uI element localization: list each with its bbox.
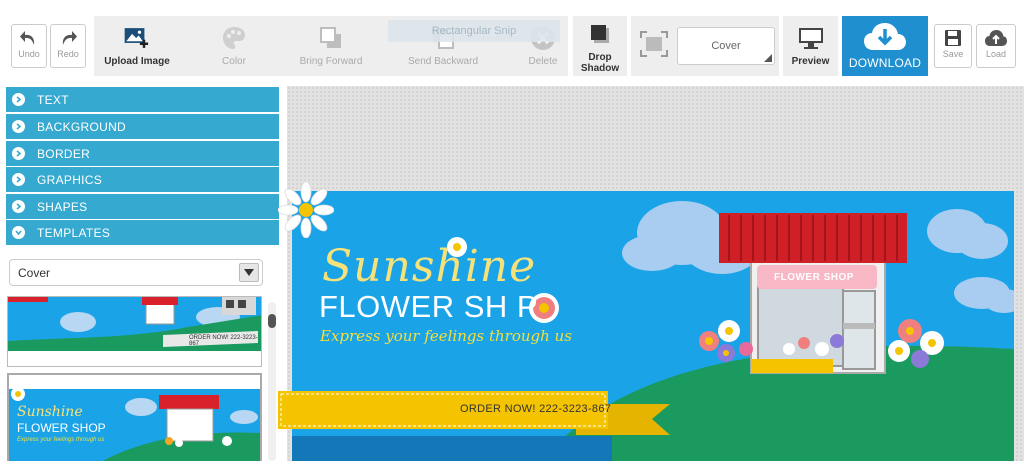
- sidebar: TEXT BACKGROUND BORDER GRAPHICS SHAPES T…: [0, 86, 284, 461]
- preview-button[interactable]: Preview: [783, 16, 838, 76]
- undo-icon: [20, 31, 35, 45]
- color-button[interactable]: Color: [202, 16, 266, 76]
- undo-button[interactable]: Undo: [11, 24, 47, 68]
- accordion-shapes-label: SHAPES: [37, 199, 88, 214]
- resize-corner-icon: [764, 54, 772, 62]
- chevron-right-icon: [12, 93, 25, 106]
- size-group: Cover: [631, 16, 779, 76]
- shadow-group: Drop Shadow: [573, 16, 627, 76]
- template-category-select[interactable]: Cover: [9, 259, 263, 286]
- accordion-border[interactable]: BORDER: [6, 141, 279, 166]
- ghost-overlay: Rectangular Snip: [388, 20, 560, 42]
- download-label: DOWNLOAD: [848, 56, 922, 70]
- banner-tagline[interactable]: Express your feelings through us: [320, 327, 572, 345]
- download-button[interactable]: DOWNLOAD: [842, 16, 928, 76]
- accordion-border-label: BORDER: [37, 146, 91, 161]
- chevron-right-icon: [12, 120, 25, 133]
- bring-forward-label: Bring Forward: [299, 56, 363, 67]
- accordion-graphics-label: GRAPHICS: [37, 172, 103, 187]
- send-backward-label: Send Backward: [407, 56, 479, 67]
- template-thumbnail[interactable]: ORDER NOW! 222-3223-867: [7, 296, 262, 367]
- chevron-right-icon: [12, 147, 25, 160]
- accordion-text-label: TEXT: [37, 92, 69, 107]
- preview-group: Preview: [783, 16, 838, 76]
- caret-down-icon: [239, 263, 259, 282]
- load-button[interactable]: Load: [976, 24, 1016, 68]
- redo-icon: [62, 31, 77, 45]
- accordion-text[interactable]: TEXT: [6, 87, 279, 112]
- accordion-graphics[interactable]: GRAPHICS: [6, 167, 279, 192]
- daisy-sticker-icon[interactable]: [278, 182, 334, 238]
- thumbnail-title-line1: Sunshine: [17, 404, 83, 420]
- template-category-value: Cover: [18, 265, 51, 280]
- banner-title-line2[interactable]: FLOWER SH P: [319, 289, 538, 325]
- drop-shadow-button[interactable]: Drop Shadow: [573, 16, 627, 76]
- thumbnail-preview: [8, 297, 261, 351]
- drop-shadow-icon: [586, 20, 614, 48]
- template-scrollbar[interactable]: [268, 302, 276, 461]
- banner-title-line1[interactable]: Sunshine: [322, 241, 536, 292]
- save-button[interactable]: Save: [934, 24, 972, 68]
- shop-sign-text: FLOWER SHOP: [774, 272, 854, 283]
- thumbnail-title-line2: FLOWER SHOP: [17, 421, 106, 435]
- accordion-background-label: BACKGROUND: [37, 119, 127, 134]
- palette-icon: [220, 24, 248, 52]
- file-group: Save Load: [932, 16, 1018, 76]
- floppy-disk-icon: [945, 30, 961, 46]
- load-label: Load: [985, 49, 1007, 59]
- accordion-templates[interactable]: TEMPLATES: [6, 220, 279, 245]
- cloud-download-icon: [864, 23, 906, 50]
- thumbnail-cta-text: ORDER NOW! 222-3223-867: [189, 335, 258, 347]
- history-group: Undo Redo: [7, 16, 87, 76]
- monitor-icon: [797, 24, 825, 52]
- fit-frame-icon[interactable]: [639, 30, 669, 63]
- preview-label: Preview: [791, 56, 830, 67]
- accordion-shapes[interactable]: SHAPES: [6, 194, 279, 219]
- upload-image-label: Upload Image: [104, 56, 170, 67]
- undo-label: Undo: [18, 49, 40, 59]
- thumbnail-tagline: Express your feelings through us: [17, 437, 105, 443]
- cloud-upload-icon: [985, 30, 1007, 46]
- chevron-right-icon: [12, 200, 25, 213]
- chevron-down-icon: [12, 226, 25, 239]
- color-label: Color: [222, 56, 246, 67]
- chevron-right-icon: [12, 173, 25, 186]
- size-select[interactable]: Cover: [677, 27, 775, 65]
- accordion-templates-label: TEMPLATES: [37, 225, 111, 240]
- save-label: Save: [942, 49, 964, 59]
- scrollbar-thumb[interactable]: [268, 314, 276, 328]
- redo-label: Redo: [57, 49, 79, 59]
- delete-label: Delete: [528, 56, 558, 67]
- template-thumbnail[interactable]: Sunshine FLOWER SHOP Express your feelin…: [7, 373, 262, 461]
- toolbar: Undo Redo Upload Image Color Bring Forwa…: [0, 0, 1024, 86]
- accordion-background[interactable]: BACKGROUND: [6, 114, 279, 139]
- yellow-ribbon[interactable]: [278, 389, 678, 449]
- bring-forward-icon: [317, 24, 345, 52]
- drop-shadow-label: Drop Shadow: [580, 52, 620, 74]
- size-select-value: Cover: [711, 40, 741, 52]
- ribbon-cta-text[interactable]: ORDER NOW! 222-3223-867: [460, 403, 611, 415]
- redo-button[interactable]: Redo: [50, 24, 86, 68]
- bring-forward-button[interactable]: Bring Forward: [290, 16, 372, 76]
- image-plus-icon: [123, 24, 151, 52]
- upload-image-button[interactable]: Upload Image: [94, 16, 180, 76]
